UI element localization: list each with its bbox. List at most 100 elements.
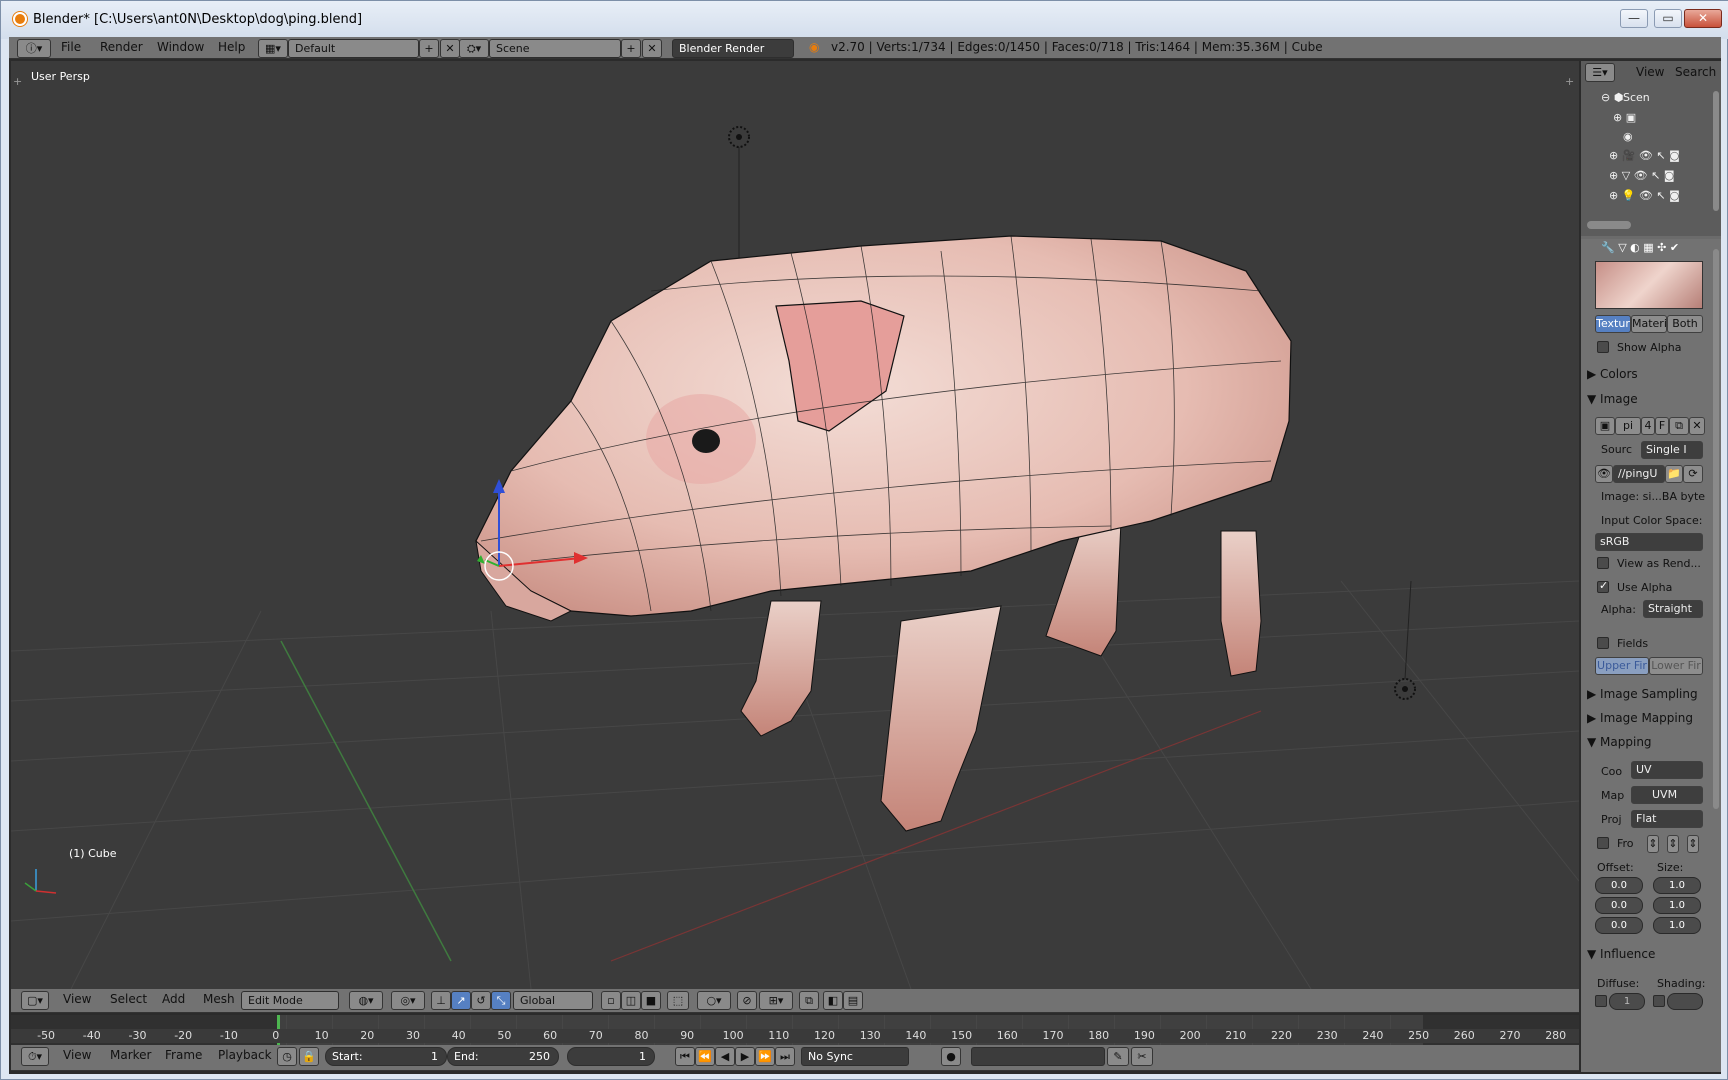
influence-panel-header[interactable]: ▼ Influence bbox=[1587, 947, 1655, 961]
close-button[interactable]: ✕ bbox=[1684, 9, 1722, 28]
scene-browse-icon[interactable]: ⛭▾ bbox=[459, 39, 489, 58]
layout-browse-icon[interactable]: ▦▾ bbox=[258, 39, 288, 58]
editor-type-3dview-icon[interactable]: ▢▾ bbox=[21, 991, 49, 1010]
sync-mode-select[interactable]: No Sync bbox=[801, 1047, 909, 1066]
image-reload-icon[interactable]: ⟳ bbox=[1683, 465, 1703, 483]
properties-vscroll[interactable] bbox=[1713, 249, 1719, 809]
outliner-scene-item[interactable]: Scen bbox=[1623, 91, 1650, 104]
scene-name-field[interactable]: Scene bbox=[489, 39, 621, 58]
show-alpha-checkbox[interactable] bbox=[1597, 341, 1609, 353]
transform-orientation-select[interactable]: Global bbox=[513, 991, 593, 1010]
size-x-field[interactable]: 1.0 bbox=[1653, 877, 1701, 894]
menu-mesh[interactable]: Mesh bbox=[203, 992, 235, 1006]
menu-timeline-view[interactable]: View bbox=[63, 1048, 91, 1062]
tab-material[interactable]: Materi bbox=[1631, 315, 1667, 333]
menu-view[interactable]: View bbox=[63, 992, 91, 1006]
current-frame-field[interactable]: 1 bbox=[567, 1047, 655, 1066]
maximize-button[interactable]: ▭ bbox=[1654, 9, 1682, 28]
play-reverse-icon[interactable]: ◀ bbox=[715, 1047, 735, 1066]
3d-viewport[interactable]: User Persp (1) Cube + + bbox=[11, 61, 1579, 989]
occlude-geometry-icon[interactable]: ⬚ bbox=[667, 991, 689, 1010]
render-engine-select[interactable]: Blender Render bbox=[672, 39, 794, 58]
shading-checkbox[interactable] bbox=[1653, 995, 1665, 1007]
outliner-world-icon[interactable]: ◉ bbox=[1623, 130, 1633, 143]
minimize-button[interactable]: — bbox=[1620, 9, 1648, 28]
editor-type-timeline-icon[interactable]: ⏱▾ bbox=[21, 1047, 49, 1066]
edge-select-icon[interactable]: ◫ bbox=[621, 991, 641, 1010]
image-filepath-field[interactable]: //pingU bbox=[1613, 465, 1665, 483]
fields-checkbox[interactable] bbox=[1597, 637, 1609, 649]
outliner-hscroll[interactable] bbox=[1587, 221, 1631, 229]
layers-icon[interactable]: ⧉ bbox=[799, 991, 819, 1010]
image-name-field[interactable]: pi bbox=[1615, 417, 1641, 435]
jump-end-icon[interactable]: ⏭ bbox=[775, 1047, 795, 1066]
outliner-vscroll[interactable] bbox=[1713, 91, 1719, 211]
x-mapping-select[interactable]: ⇕ bbox=[1647, 835, 1659, 853]
outliner-lamp-row[interactable]: ⊕ 💡 👁 ↖ ◙ bbox=[1609, 189, 1680, 202]
y-mapping-select[interactable]: ⇕ bbox=[1667, 835, 1679, 853]
face-select-icon[interactable]: ■ bbox=[641, 991, 661, 1010]
diffuse-checkbox[interactable] bbox=[1595, 995, 1607, 1007]
colors-panel-header[interactable]: ▶ Colors bbox=[1587, 367, 1638, 381]
jump-keyframe-forward-icon[interactable]: ⏩ bbox=[755, 1047, 775, 1066]
lower-first-button[interactable]: Lower Fir bbox=[1649, 657, 1703, 675]
view-as-render-checkbox[interactable] bbox=[1597, 557, 1609, 569]
outliner[interactable]: ☰▾ View Search ⊖ ⬢ Scen ⊕ ▣ ◉ ⊕ 🎥 👁 ↖ ◙ … bbox=[1581, 61, 1721, 236]
upper-first-button[interactable]: Upper Fir bbox=[1595, 657, 1649, 675]
outliner-mesh-row[interactable]: ⊕ ▽ 👁 ↖ ◙ bbox=[1609, 169, 1675, 182]
image-users-count[interactable]: 4 bbox=[1641, 417, 1655, 435]
end-frame-field[interactable]: End: 250 bbox=[447, 1047, 559, 1066]
outliner-menu-view[interactable]: View bbox=[1636, 65, 1664, 79]
image-sampling-panel-header[interactable]: ▶ Image Sampling bbox=[1587, 687, 1698, 701]
from-dupli-checkbox[interactable] bbox=[1597, 837, 1609, 849]
menu-render[interactable]: Render bbox=[100, 40, 143, 54]
menu-window[interactable]: Window bbox=[157, 40, 204, 54]
tab-both[interactable]: Both bbox=[1667, 315, 1703, 333]
alpha-mode-select[interactable]: Straight bbox=[1643, 600, 1703, 618]
menu-help[interactable]: Help bbox=[218, 40, 245, 54]
properties-editor[interactable]: 🔧 ▽ ◐ ▦ ✣ ✔ Textur Materi Both Show Alph… bbox=[1581, 239, 1721, 1072]
render-icon[interactable]: ◧ bbox=[823, 991, 843, 1010]
offset-y-field[interactable]: 0.0 bbox=[1595, 897, 1643, 914]
render-animation-icon[interactable]: ▤ bbox=[843, 991, 863, 1010]
jump-keyframe-back-icon[interactable]: ⏪ bbox=[695, 1047, 715, 1066]
menu-file[interactable]: File bbox=[61, 40, 81, 54]
size-z-field[interactable]: 1.0 bbox=[1653, 917, 1701, 934]
scene-add-icon[interactable]: + bbox=[621, 39, 641, 58]
menu-frame[interactable]: Frame bbox=[165, 1048, 202, 1062]
delete-keyframe-icon[interactable]: ✂ bbox=[1131, 1047, 1153, 1066]
coordinates-select[interactable]: UV bbox=[1631, 761, 1703, 779]
snap-toggle-icon[interactable]: ⊘ bbox=[737, 991, 757, 1010]
keying-set-field[interactable] bbox=[971, 1047, 1105, 1066]
rotate-manipulator-icon[interactable]: ↺ bbox=[471, 991, 491, 1010]
image-browse-icon[interactable]: ▣ bbox=[1595, 417, 1615, 435]
size-y-field[interactable]: 1.0 bbox=[1653, 897, 1701, 914]
jump-start-icon[interactable]: ⏮ bbox=[675, 1047, 695, 1066]
image-panel-header[interactable]: ▼ Image bbox=[1587, 392, 1638, 406]
menu-playback[interactable]: Playback bbox=[218, 1048, 272, 1062]
layout-name-field[interactable]: Default bbox=[288, 39, 419, 58]
menu-select[interactable]: Select bbox=[110, 992, 147, 1006]
add-region-icon[interactable]: + bbox=[13, 75, 22, 88]
file-browse-icon[interactable]: 📁 bbox=[1665, 465, 1683, 483]
offset-z-field[interactable]: 0.0 bbox=[1595, 917, 1643, 934]
start-frame-field[interactable]: Start: 1 bbox=[325, 1047, 447, 1066]
outliner-menu-search[interactable]: Search bbox=[1675, 65, 1716, 79]
record-icon[interactable]: ● bbox=[941, 1047, 961, 1066]
play-icon[interactable]: ▶ bbox=[735, 1047, 755, 1066]
scene-remove-icon[interactable]: ✕ bbox=[642, 39, 662, 58]
image-fake-user-button[interactable]: F bbox=[1655, 417, 1669, 435]
preview-range-icon[interactable]: ◷ bbox=[277, 1047, 297, 1066]
vertex-select-icon[interactable]: ▫ bbox=[601, 991, 621, 1010]
pivot-point-icon[interactable]: ◎▾ bbox=[391, 991, 425, 1010]
lock-icon[interactable]: 🔒 bbox=[299, 1047, 319, 1066]
manipulator-toggle-icon[interactable]: ⊥ bbox=[431, 991, 451, 1010]
projection-select[interactable]: Flat bbox=[1631, 810, 1703, 828]
image-pack-icon[interactable]: 👁 bbox=[1595, 465, 1613, 483]
use-alpha-checkbox[interactable] bbox=[1597, 579, 1609, 593]
mapping-panel-header[interactable]: ▼ Mapping bbox=[1587, 735, 1652, 749]
tab-texture[interactable]: Textur bbox=[1595, 315, 1631, 333]
scale-manipulator-icon[interactable]: ⤡ bbox=[491, 991, 511, 1010]
proportional-edit-icon[interactable]: ○▾ bbox=[697, 991, 731, 1010]
editor-type-outliner-icon[interactable]: ☰▾ bbox=[1585, 63, 1615, 82]
